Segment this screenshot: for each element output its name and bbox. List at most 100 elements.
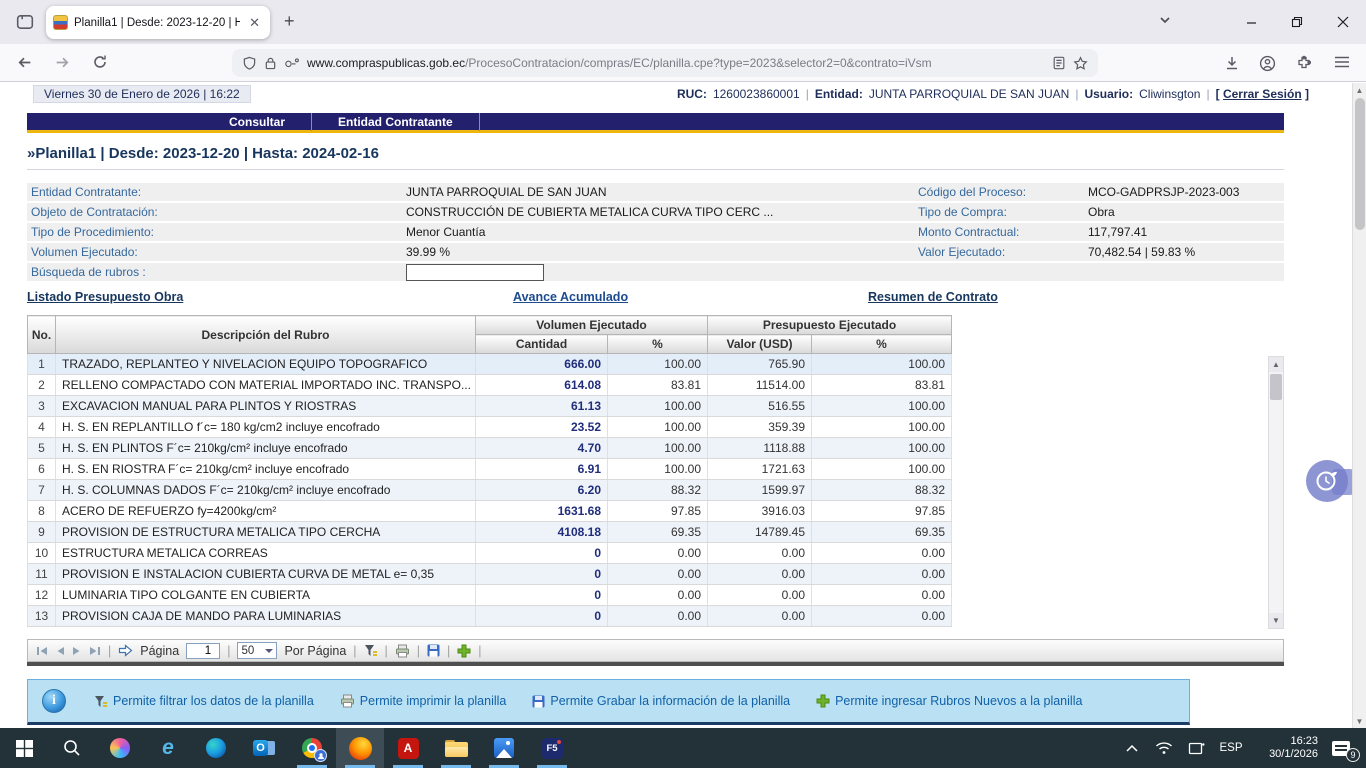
add-rubro-icon[interactable] (457, 644, 471, 658)
table-row[interactable]: 8ACERO DE REFUERZO fy=4200kg/cm²1631.689… (28, 501, 952, 522)
col-group-presupuesto[interactable]: Presupuesto Ejecutado (708, 316, 952, 335)
separator: | (1206, 87, 1209, 101)
logout-text[interactable]: Cerrar Sesión (1223, 87, 1302, 101)
url-text[interactable]: www.compraspublicas.gob.ec/ProcesoContra… (307, 56, 1045, 70)
valor-usd-value: 1118.88 (708, 438, 812, 459)
firefox-view-icon[interactable] (10, 8, 40, 36)
scroll-up-icon[interactable]: ▲ (1269, 357, 1283, 372)
separator: | (806, 87, 809, 101)
table-row[interactable]: 11PROVISION E INSTALACION CUBIERTA CURVA… (28, 564, 952, 585)
table-row[interactable]: 7H. S. COLUMNAS DADOS F´c= 210kg/cm² inc… (28, 480, 952, 501)
reader-mode-icon[interactable] (1052, 56, 1066, 70)
scroll-down-icon[interactable]: ▼ (1353, 714, 1366, 728)
widget-clock-icon[interactable] (1306, 460, 1348, 502)
link-listado-presupuesto[interactable]: Listado Presupuesto Obra (27, 290, 183, 304)
account-icon[interactable] (1259, 55, 1276, 72)
col-header-cantidad[interactable]: Cantidad (476, 335, 608, 354)
scroll-up-icon[interactable]: ▲ (1353, 83, 1366, 97)
table-scrollbar[interactable]: ▲ ▼ (1268, 356, 1284, 629)
taskbar-search-button[interactable] (48, 728, 96, 768)
rubro-search-input[interactable] (406, 264, 544, 281)
valor-usd-value: 0.00 (708, 543, 812, 564)
cantidad-value: 6.91 (476, 459, 608, 480)
col-group-volumen[interactable]: Volumen Ejecutado (476, 316, 708, 335)
url-bar[interactable]: www.compraspublicas.gob.ec/ProcesoContra… (232, 49, 1098, 77)
scroll-thumb[interactable] (1355, 98, 1365, 230)
nav-consultar[interactable]: Consultar (203, 113, 311, 131)
tab-close-icon[interactable]: ✕ (246, 14, 263, 31)
reload-button[interactable] (92, 54, 108, 70)
table-row[interactable]: 1TRAZADO, REPLANTEO Y NIVELACION EQUIPO … (28, 354, 952, 375)
taskbar-f5-app-icon[interactable]: F5 (528, 728, 576, 768)
page-number-input[interactable] (186, 643, 220, 659)
notification-center-icon[interactable]: 9 (1322, 728, 1360, 768)
taskbar-edge-icon[interactable] (192, 728, 240, 768)
col-header-valor[interactable]: Valor (USD) (708, 335, 812, 354)
tray-chevron-icon[interactable] (1118, 728, 1146, 768)
window-restore-button[interactable] (1274, 0, 1320, 44)
taskbar-copilot-icon[interactable] (96, 728, 144, 768)
next-page-icon[interactable] (72, 645, 81, 657)
link-resumen-contrato[interactable]: Resumen de Contrato (868, 290, 998, 304)
start-button[interactable] (0, 728, 48, 768)
permissions-icon[interactable] (284, 57, 300, 69)
per-page-select[interactable]: 50 (237, 642, 277, 659)
bookmark-star-icon[interactable] (1073, 56, 1088, 71)
extensions-icon[interactable] (1296, 55, 1312, 71)
new-tab-button[interactable]: + (284, 12, 295, 30)
scroll-down-icon[interactable]: ▼ (1269, 613, 1283, 628)
first-page-icon[interactable] (36, 645, 49, 657)
goto-page-icon[interactable] (118, 644, 133, 657)
menu-icon[interactable] (1334, 55, 1350, 69)
print-icon (340, 694, 355, 708)
table-row[interactable]: 3EXCAVACION MANUAL PARA PLINTOS Y RIOSTR… (28, 396, 952, 417)
table-row[interactable]: 4H. S. EN REPLANTILLO f´c= 180 kg/cm2 in… (28, 417, 952, 438)
taskbar-internet-explorer-icon[interactable]: e (144, 728, 192, 768)
back-button[interactable] (16, 54, 33, 71)
cast-icon[interactable] (1182, 728, 1210, 768)
taskbar-file-explorer-icon[interactable] (432, 728, 480, 768)
last-page-icon[interactable] (88, 645, 101, 657)
forward-button[interactable] (54, 54, 71, 71)
legend-item: Permite imprimir la planilla (340, 694, 507, 708)
table-row[interactable]: 9PROVISION DE ESTRUCTURA METALICA TIPO C… (28, 522, 952, 543)
col-header-pct[interactable]: % (812, 335, 952, 354)
link-avance-acumulado[interactable]: Avance Acumulado (513, 290, 628, 304)
volumen-pct-value: 0.00 (608, 585, 708, 606)
language-indicator[interactable]: ESP (1214, 728, 1248, 768)
table-row[interactable]: 13PROVISION CAJA DE MANDO PARA LUMINARIA… (28, 606, 952, 627)
print-icon[interactable] (395, 644, 410, 658)
prev-page-icon[interactable] (56, 645, 65, 657)
window-minimize-button[interactable] (1228, 0, 1274, 44)
page-scrollbar[interactable]: ▲ ▼ (1352, 83, 1366, 728)
taskbar-firefox-icon[interactable] (336, 728, 384, 768)
nav-entidad-contratante[interactable]: Entidad Contratante (311, 113, 480, 131)
downloads-icon[interactable] (1224, 55, 1240, 71)
wifi-icon[interactable] (1150, 728, 1178, 768)
lock-icon[interactable] (264, 56, 277, 70)
filter-icon[interactable] (364, 644, 378, 657)
browser-tab[interactable]: Planilla1 | Desde: 2023-12-20 | H ✕ (46, 6, 270, 39)
col-header-no[interactable]: No. (28, 316, 56, 354)
table-row[interactable]: 6H. S. EN RIOSTRA F´c= 210kg/cm² incluye… (28, 459, 952, 480)
col-header-descripcion[interactable]: Descripción del Rubro (56, 316, 476, 354)
table-row[interactable]: 2RELLENO COMPACTADO CON MATERIAL IMPORTA… (28, 375, 952, 396)
taskbar-clock[interactable]: 16:23 30/1/2026 (1252, 735, 1318, 761)
tracking-shield-icon[interactable] (242, 56, 257, 71)
cantidad-value: 0 (476, 606, 608, 627)
window-close-button[interactable] (1320, 0, 1366, 44)
table-row[interactable]: 10ESTRUCTURA METALICA CORREAS00.000.000.… (28, 543, 952, 564)
table-row[interactable]: 12LUMINARIA TIPO COLGANTE EN CUBIERTA00.… (28, 585, 952, 606)
save-icon[interactable] (427, 644, 440, 657)
taskbar-chrome-icon[interactable] (288, 728, 336, 768)
tab-list-chevron-icon[interactable] (1158, 13, 1172, 27)
taskbar-photos-icon[interactable] (480, 728, 528, 768)
col-header-pct[interactable]: % (608, 335, 708, 354)
table-row[interactable]: 5H. S. EN PLINTOS F´c= 210kg/cm² incluye… (28, 438, 952, 459)
presupuesto-pct-value: 100.00 (812, 354, 952, 375)
row-number: 1 (28, 354, 56, 375)
taskbar-outlook-icon[interactable]: O (240, 728, 288, 768)
taskbar-acrobat-icon[interactable]: A (384, 728, 432, 768)
scroll-thumb[interactable] (1270, 374, 1282, 400)
logout-link[interactable]: [ Cerrar Sesión ] (1216, 87, 1309, 101)
